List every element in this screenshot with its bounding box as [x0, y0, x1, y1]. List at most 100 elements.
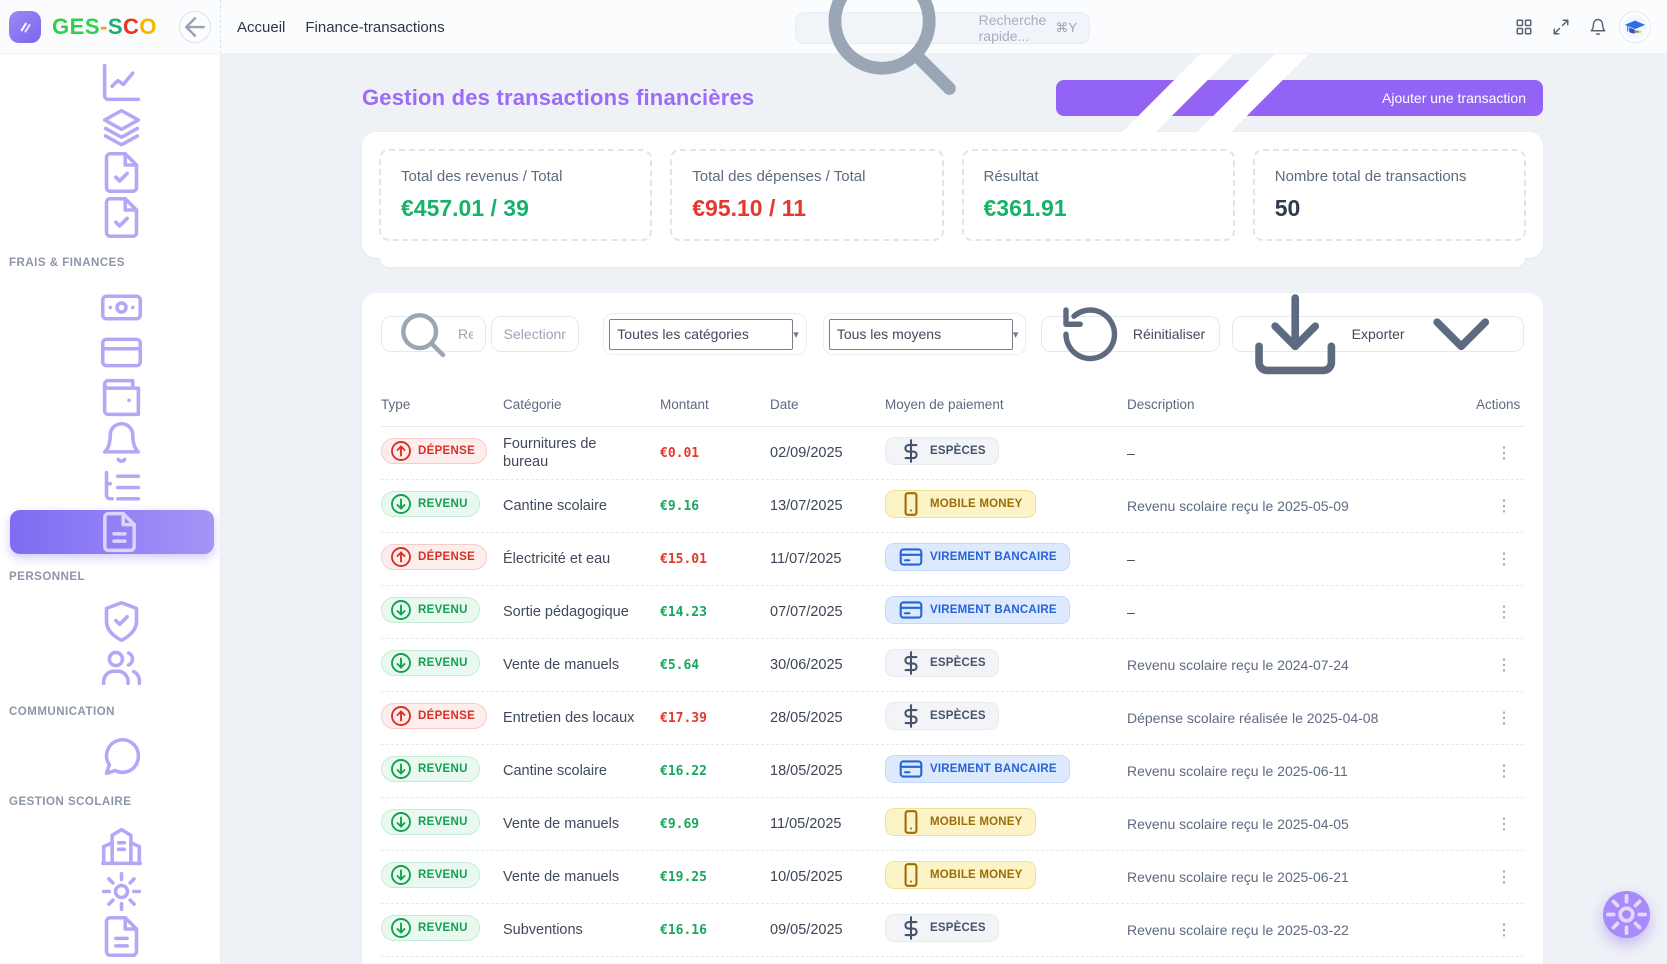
date-cell: 11/05/2025 — [770, 816, 885, 832]
export-button[interactable]: Exporter — [1232, 316, 1524, 352]
back-button[interactable] — [179, 11, 211, 43]
smartphone-icon — [898, 491, 924, 517]
sidebar-item-informations-sur-l-ecole[interactable]: Informations sur l'école — [0, 824, 220, 869]
row-actions-menu-button[interactable] — [1494, 761, 1514, 781]
table-body: DÉPENSEFournitures de bureau€0.0102/09/2… — [381, 427, 1524, 957]
column-header-cat-gorie: Catégorie — [503, 397, 660, 412]
row-actions-menu-button[interactable] — [1494, 708, 1514, 728]
row-actions-menu-button[interactable] — [1494, 814, 1514, 834]
chevron-down-icon — [1413, 286, 1509, 382]
payment-method-badge: MOBILE MONEY — [885, 490, 1036, 518]
export-label: Exporter — [1352, 326, 1405, 342]
app-logo[interactable]: GES-SCO — [9, 11, 157, 43]
nav-item-accueil[interactable]: Accueil — [237, 19, 285, 36]
nav-item-finance-transactions[interactable]: Finance-transactions — [305, 19, 444, 36]
type-badge-label: REVENU — [418, 657, 468, 669]
quick-search-input[interactable]: Recherche rapide... ⌘Y — [795, 12, 1090, 44]
sidebar-item-configurations-des-bull-[interactable]: Configurations des bull... — [0, 105, 220, 150]
sidebar-item-generation-des-bulletins[interactable]: Génération des bulletins — [0, 195, 220, 240]
add-transaction-button[interactable]: Ajouter une transaction — [1056, 80, 1543, 116]
floating-settings-button[interactable] — [1603, 891, 1650, 938]
type-badge: DÉPENSE — [381, 544, 487, 570]
dots-vertical-icon — [1494, 602, 1514, 622]
sidebar-item-utilisateurs[interactable]: Utilisateurs — [0, 644, 220, 689]
banknote-icon — [23, 285, 220, 330]
shield-check-icon — [23, 599, 220, 644]
dots-vertical-icon — [1494, 814, 1514, 834]
payment-method-label: ESPÈCES — [930, 657, 986, 669]
date-cell: 13/07/2025 — [770, 498, 885, 514]
amount-cell: €9.16 — [660, 499, 770, 514]
apps-grid-icon[interactable] — [1515, 18, 1533, 36]
sidebar-item-r-les[interactable]: Rôles — [0, 599, 220, 644]
bank-card-icon — [898, 544, 924, 570]
search-icon — [394, 306, 450, 362]
payment-method-badge: ESPÈCES — [885, 649, 999, 677]
row-actions-menu-button[interactable] — [1494, 920, 1514, 940]
transaction-row: REVENUCantine scolaire€16.2218/05/2025VI… — [381, 745, 1524, 798]
sidebar-item-messagerie[interactable]: Messagerie — [0, 734, 220, 779]
period-input[interactable] — [491, 316, 580, 352]
description-cell: Revenu scolaire reçu le 2025-06-11 — [1127, 763, 1476, 779]
payment-method-badge: VIREMENT BANCAIRE — [885, 755, 1070, 783]
sidebar-item-frais-des-eleves[interactable]: Frais des élèves — [0, 330, 220, 375]
description-cell: – — [1127, 604, 1476, 620]
users-icon — [23, 644, 220, 689]
arrow-down-circle-icon — [389, 810, 413, 834]
sidebar-item-documents[interactable]: Documents — [0, 914, 220, 959]
date-cell: 30/06/2025 — [770, 657, 885, 673]
amount-cell: €19.25 — [660, 870, 770, 885]
row-actions-menu-button[interactable] — [1494, 496, 1514, 516]
type-badge: DÉPENSE — [381, 438, 487, 464]
dots-vertical-icon — [1494, 920, 1514, 940]
sidebar-item-rappels[interactable]: Rappels — [0, 420, 220, 465]
sidebar-item-categories-financieres[interactable]: Catégories financières — [0, 465, 220, 510]
period-field[interactable] — [504, 326, 567, 342]
sidebar-item-paiements[interactable]: Paiements — [0, 375, 220, 420]
row-actions-menu-button[interactable] — [1494, 549, 1514, 569]
wallet-icon — [23, 375, 220, 420]
arrow-down-circle-icon — [389, 916, 413, 940]
description-cell: Revenu scolaire reçu le 2025-04-05 — [1127, 816, 1476, 832]
search-placeholder: Recherche rapide... — [979, 12, 1047, 44]
payment-method-label: MOBILE MONEY — [930, 869, 1023, 881]
sidebar-item-apercus-des-bulletins[interactable]: Aperçus des bulletins — [0, 150, 220, 195]
type-badge: REVENU — [381, 756, 480, 782]
fullscreen-icon[interactable] — [1552, 18, 1570, 36]
amount-cell: €16.16 — [660, 923, 770, 938]
type-badge-label: REVENU — [418, 816, 468, 828]
logo-letter: G — [52, 14, 70, 39]
user-avatar[interactable] — [1619, 11, 1651, 43]
sidebar-item-types-de-frais[interactable]: Types de frais — [0, 285, 220, 330]
row-actions-menu-button[interactable] — [1494, 602, 1514, 622]
table-search-field[interactable] — [458, 326, 473, 342]
filter-bar: Toutes les catégories ▾ Tous les moyens … — [381, 313, 1524, 355]
reset-filters-button[interactable]: Réinitialiser — [1041, 316, 1220, 352]
notifications-bell-icon[interactable] — [1589, 18, 1607, 36]
row-actions-menu-button[interactable] — [1494, 443, 1514, 463]
search-icon — [808, 0, 970, 109]
column-header-type: Type — [381, 397, 503, 412]
category-select[interactable]: Toutes les catégories — [609, 319, 793, 350]
arrow-up-circle-icon — [389, 439, 413, 463]
row-actions-menu-button[interactable] — [1494, 867, 1514, 887]
description-cell: Revenu scolaire reçu le 2025-06-21 — [1127, 869, 1476, 885]
dots-vertical-icon — [1494, 867, 1514, 887]
type-badge: REVENU — [381, 491, 480, 517]
column-header-date: Date — [770, 397, 885, 412]
sidebar-item-systemes-de-notation[interactable]: Systèmes de notation — [0, 60, 220, 105]
dots-vertical-icon — [1494, 443, 1514, 463]
column-header-moyen-de-paiement: Moyen de paiement — [885, 397, 1127, 412]
column-header-actions: Actions — [1476, 397, 1524, 412]
payment-method-select[interactable]: Tous les moyens — [829, 319, 1013, 350]
table-header-row: TypeCatégorieMontantDateMoyen de paiemen… — [381, 383, 1524, 427]
arrow-up-circle-icon — [389, 704, 413, 728]
sidebar-item-parametres-de-l-ecole[interactable]: Paramètres de l'école — [0, 869, 220, 914]
row-actions-menu-button[interactable] — [1494, 655, 1514, 675]
list-tree-icon — [23, 465, 220, 510]
arrow-down-circle-icon — [389, 492, 413, 516]
amount-cell: €5.64 — [660, 658, 770, 673]
table-search-input[interactable] — [381, 316, 486, 352]
logo-letter: E — [70, 14, 85, 39]
sidebar-item-transactions[interactable]: Transactions — [10, 510, 214, 554]
